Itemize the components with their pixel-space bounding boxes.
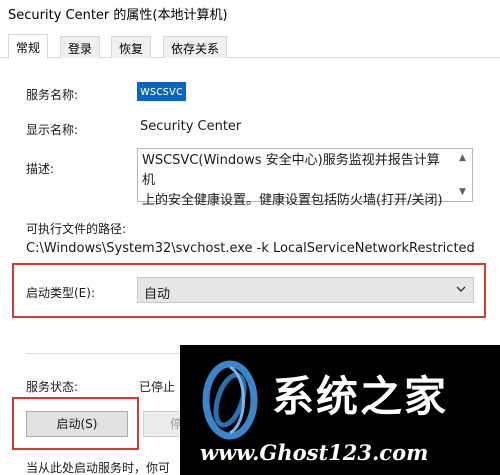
title-bar: Security Center 的属性(本地计算机) <box>0 0 500 28</box>
display-name-value[interactable]: Security Center <box>140 119 241 134</box>
exe-path-label: 可执行文件的路径: <box>26 222 127 236</box>
watermark-url: www.Ghost123.com <box>200 440 429 465</box>
service-name-label: 服务名称: <box>26 88 79 102</box>
startup-type-select[interactable]: 自动 <box>137 277 474 303</box>
chevron-down-icon <box>455 282 467 299</box>
tab-logon[interactable]: 登录 <box>60 36 101 58</box>
watermark-title: 系统之家 <box>272 372 449 421</box>
service-status-value: 已停止 <box>139 380 176 394</box>
description-label: 描述: <box>26 162 55 176</box>
description-scrollbar[interactable]: ▲ ▼ <box>456 149 472 201</box>
service-status-label: 服务状态: <box>26 380 79 394</box>
start-params-note: 当从此处启动服务时，你可 <box>26 461 171 475</box>
window-title: Security Center 的属性(本地计算机) <box>8 8 228 23</box>
scroll-up-icon[interactable]: ▲ <box>459 153 466 163</box>
startup-type-label: 启动类型(E): <box>26 286 95 300</box>
tab-strip: 常规 登录 恢复 依存关系 <box>0 34 500 59</box>
start-button[interactable]: 启动(S) <box>26 411 128 437</box>
description-textbox[interactable]: WSCSVC(Windows 安全中心)服务监视并报告计算机 上的安全健康设置。… <box>137 148 473 208</box>
tab-dependencies[interactable]: 依存关系 <box>163 36 228 58</box>
startup-type-value: 自动 <box>144 287 171 302</box>
exe-path-value[interactable]: C:\Windows\System32\svchost.exe -k Local… <box>26 241 475 256</box>
service-name-field[interactable]: wscsvc <box>137 82 186 101</box>
watermark-logo-icon <box>200 357 260 443</box>
scroll-down-icon[interactable]: ▼ <box>459 187 466 197</box>
display-name-label: 显示名称: <box>26 123 79 137</box>
tab-general[interactable]: 常规 <box>8 34 49 59</box>
watermark: 系统之家 www.Ghost123.com <box>180 345 500 475</box>
description-text: WSCSVC(Windows 安全中心)服务监视并报告计算机 上的安全健康设置。… <box>142 153 443 208</box>
tab-recovery[interactable]: 恢复 <box>111 36 152 58</box>
